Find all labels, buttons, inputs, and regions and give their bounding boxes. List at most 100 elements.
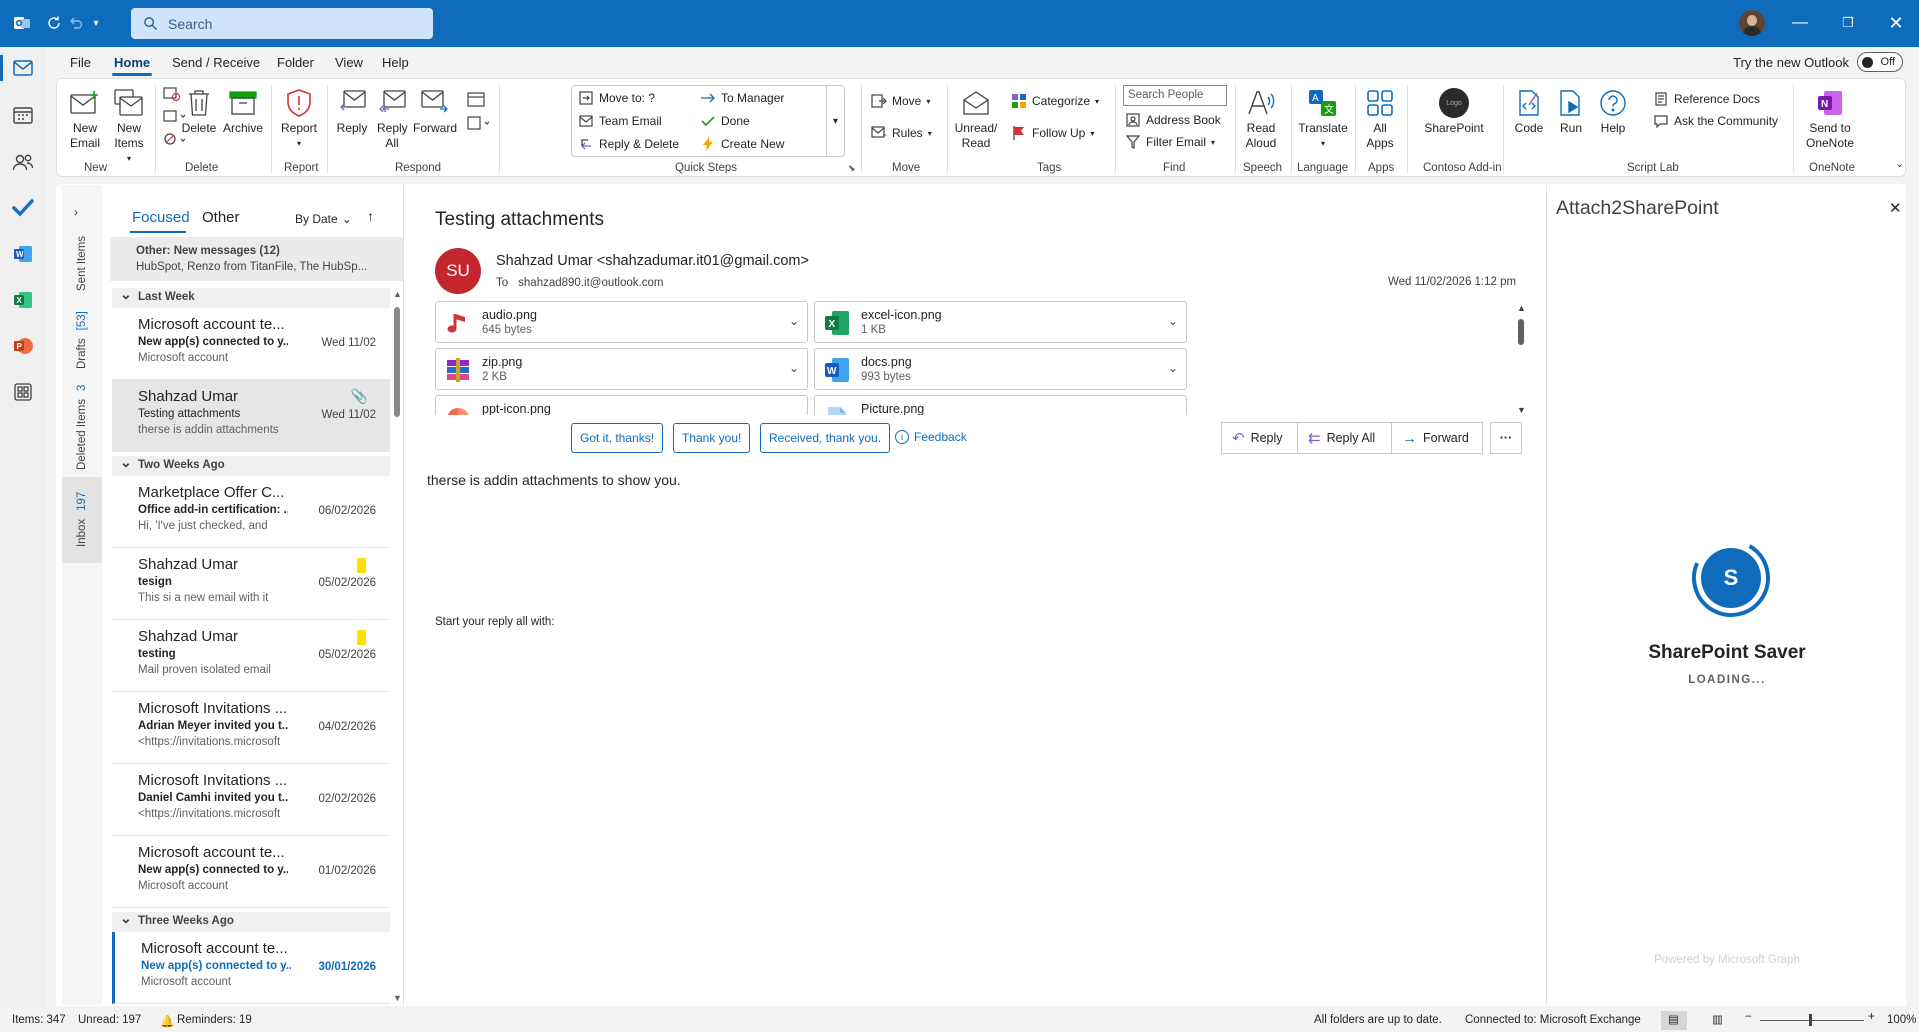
tab-view[interactable]: View — [335, 55, 363, 70]
collapse-ribbon-icon[interactable]: ⌄ — [1895, 157, 1904, 170]
ribbon-reply-button[interactable]: Reply — [333, 87, 371, 136]
list-item[interactable]: Shahzad Umar tesign This si a new email … — [112, 548, 390, 620]
translate-button[interactable]: A文 Translate ▾ — [1295, 87, 1351, 151]
search-box[interactable]: Search — [131, 8, 433, 39]
folder-drafts[interactable]: Drafts [53] — [76, 311, 88, 369]
scrollbar-thumb[interactable] — [394, 307, 400, 417]
list-item[interactable]: Microsoft account te... New app(s) conne… — [112, 836, 390, 908]
excel-icon[interactable]: X — [10, 287, 36, 313]
report-button[interactable]: Report ▾ — [277, 87, 321, 151]
more-actions-button[interactable]: ··· — [1490, 422, 1522, 454]
new-items-button[interactable]: New Items ▾ — [109, 87, 149, 166]
sort-direction-icon[interactable]: ↑ — [367, 208, 374, 224]
ribbon-reply-all-button[interactable]: Reply All — [373, 87, 411, 151]
ribbon-forward-button[interactable]: Forward — [413, 87, 457, 136]
list-item[interactable]: Shahzad Umar testing Mail proven isolate… — [112, 620, 390, 692]
reading-view-icon[interactable]: ▥ — [1712, 1012, 1723, 1026]
new-outlook-toggle[interactable]: Off — [1857, 52, 1903, 72]
expand-folders-chevron-icon[interactable]: › — [74, 205, 78, 219]
attachment-card[interactable]: audio.png 645 bytes ⌄ — [435, 301, 808, 343]
profile-avatar[interactable] — [1739, 10, 1765, 36]
other-inbox-banner[interactable]: Other: New messages (12) HubSpot, Renzo … — [110, 237, 403, 281]
suggested-reply-received[interactable]: Received, thank you. — [760, 423, 891, 453]
reply-all-button[interactable]: ⇇ Reply All — [1297, 422, 1392, 454]
attachment-card[interactable]: X excel-icon.png 1 KB ⌄ — [814, 301, 1187, 343]
people-icon[interactable] — [10, 149, 36, 175]
forward-button[interactable]: → Forward — [1391, 422, 1483, 454]
attachments-scrollbar[interactable]: ▲ ▼ — [1516, 303, 1526, 415]
qs-reply-delete[interactable]: Reply & Delete — [578, 136, 679, 152]
more-apps-icon[interactable] — [10, 379, 36, 405]
qs-create-new[interactable]: Create New — [700, 136, 784, 152]
qs-team-email[interactable]: Team Email — [578, 113, 662, 129]
unread-read-button[interactable]: Unread/ Read — [951, 87, 1001, 151]
undo-icon[interactable] — [66, 13, 86, 33]
attachment-card[interactable]: W docs.png 993 bytes ⌄ — [814, 348, 1187, 390]
suggested-reply-got-it[interactable]: Got it, thanks! — [571, 423, 664, 453]
group-header-last-week[interactable]: Last Week — [112, 288, 390, 308]
mail-icon[interactable] — [10, 55, 36, 81]
meeting-icon[interactable] — [467, 91, 485, 110]
powerpoint-icon[interactable]: P — [10, 333, 36, 359]
attachment-chevron-icon[interactable]: ⌄ — [1168, 361, 1178, 375]
tab-folder[interactable]: Folder — [277, 55, 314, 70]
code-button[interactable]: Code — [1509, 87, 1549, 136]
qs-move-to[interactable]: Move to: ? — [578, 90, 655, 106]
reference-docs-button[interactable]: Reference Docs — [1653, 91, 1760, 107]
attachment-chevron-icon[interactable]: ⌄ — [1168, 314, 1178, 328]
zoom-slider-thumb[interactable] — [1809, 1014, 1812, 1026]
move-button[interactable]: Move ▾ — [871, 93, 930, 109]
follow-up-button[interactable]: Follow Up ▾ — [1011, 125, 1094, 141]
calendar-icon[interactable] — [10, 102, 36, 128]
sort-by-date-dropdown[interactable]: By Date ⌄ — [295, 212, 352, 226]
qs-to-manager[interactable]: To Manager — [700, 90, 784, 106]
close-addin-icon[interactable]: ✕ — [1889, 199, 1902, 217]
customize-toolbar-icon[interactable]: ▾ — [86, 13, 106, 33]
attachment-card[interactable]: Picture.png ⌄ — [814, 395, 1187, 415]
tab-send-receive[interactable]: Send / Receive — [172, 55, 260, 70]
tab-focused[interactable]: Focused — [132, 209, 190, 226]
new-email-button[interactable]: New Email — [65, 87, 105, 151]
send-to-onenote-button[interactable]: N Send to OneNote — [1799, 87, 1861, 151]
reminders-bell-icon[interactable]: 🔔 — [160, 1014, 174, 1028]
categorize-button[interactable]: Categorize ▾ — [1011, 93, 1099, 109]
list-item[interactable]: Microsoft Invitations ... Adrian Meyer i… — [112, 692, 390, 764]
quick-steps-launcher-icon[interactable]: ⬊ — [848, 163, 856, 174]
quick-steps-more-button[interactable]: ▾ — [826, 86, 844, 156]
restore-button[interactable]: ❐ — [1836, 12, 1860, 34]
zoom-slider[interactable] — [1760, 1020, 1864, 1021]
read-aloud-button[interactable]: Read Aloud — [1239, 87, 1283, 151]
list-item[interactable]: Marketplace Offer C... Office add-in cer… — [112, 476, 390, 548]
attachment-chevron-icon[interactable]: ⌄ — [789, 408, 799, 415]
attachment-chevron-icon[interactable]: ⌄ — [789, 314, 799, 328]
tab-file[interactable]: File — [70, 55, 91, 70]
zoom-out-icon[interactable]: − — [1745, 1011, 1752, 1023]
ask-community-button[interactable]: Ask the Community — [1653, 113, 1778, 129]
tab-help[interactable]: Help — [382, 55, 409, 70]
list-item[interactable]: Microsoft Invitations ... Daniel Camhi i… — [112, 764, 390, 836]
message-list-scrollbar[interactable]: ▲ ▼ — [392, 289, 402, 1003]
run-button[interactable]: Run — [1553, 87, 1589, 136]
archive-button[interactable]: Archive — [221, 87, 265, 136]
sync-icon[interactable] — [44, 13, 64, 33]
attachment-chevron-icon[interactable]: ⌄ — [1168, 408, 1178, 415]
list-item-selected[interactable]: Shahzad Umar Testing attachments therse … — [112, 380, 390, 452]
close-window-button[interactable]: ✕ — [1884, 12, 1908, 34]
reply-button[interactable]: ↶ Reply — [1221, 422, 1298, 454]
attachment-chevron-icon[interactable]: ⌄ — [789, 361, 799, 375]
minimize-button[interactable]: — — [1788, 12, 1812, 34]
help-button[interactable]: Help — [1595, 87, 1631, 136]
zoom-in-icon[interactable]: + — [1868, 1011, 1875, 1023]
attachments-scrollbar-thumb[interactable] — [1518, 319, 1524, 345]
group-header-two-weeks-ago[interactable]: Two Weeks Ago — [112, 454, 390, 476]
email-from[interactable]: Shahzad Umar <shahzadumar.it01@gmail.com… — [496, 253, 809, 269]
filter-email-button[interactable]: Filter Email ▾ — [1125, 134, 1215, 150]
address-book-button[interactable]: Address Book — [1125, 112, 1221, 128]
folder-deleted-items[interactable]: Deleted Items 3 — [76, 385, 88, 470]
word-icon[interactable]: W — [10, 241, 36, 267]
qs-done[interactable]: Done — [700, 113, 750, 129]
status-reminders[interactable]: Reminders: 19 — [177, 1014, 252, 1026]
list-item-unread[interactable]: Microsoft account te... New app(s) conne… — [112, 932, 390, 1004]
list-item[interactable]: Microsoft account te... New app(s) conne… — [112, 308, 390, 380]
more-respond-icon[interactable] — [467, 115, 493, 134]
